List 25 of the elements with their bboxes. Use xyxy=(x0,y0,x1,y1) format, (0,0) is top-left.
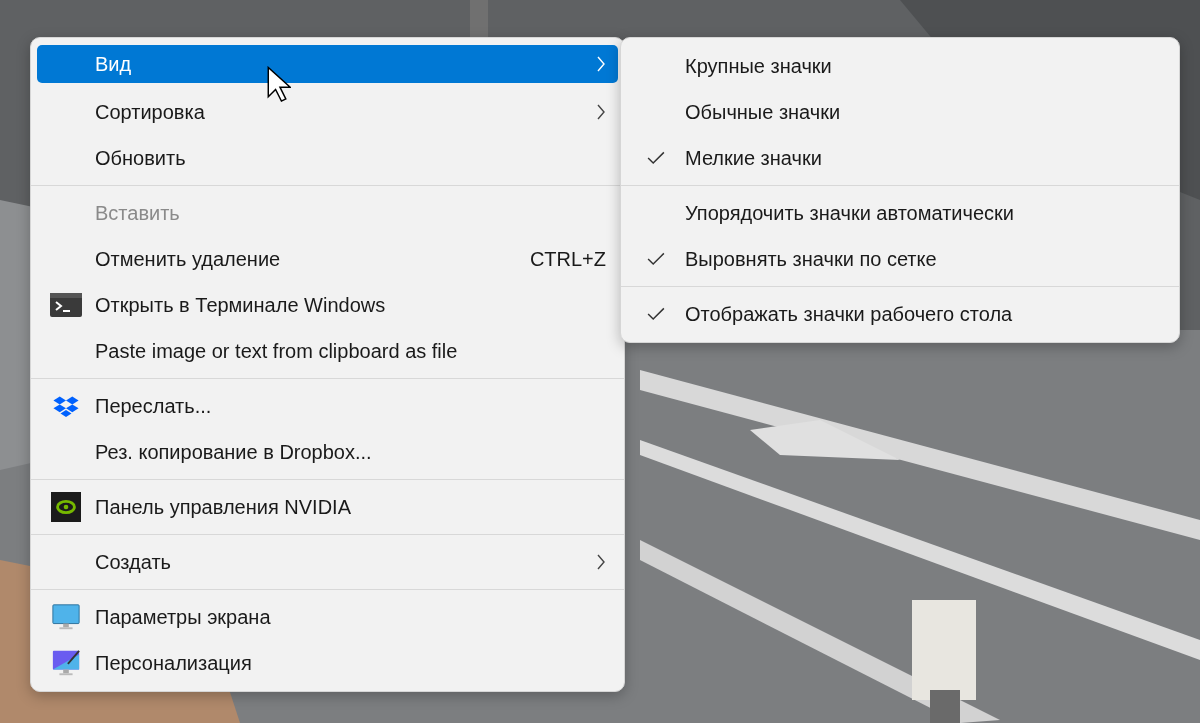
menu-item[interactable]: Сортировка xyxy=(37,89,618,135)
terminal-icon xyxy=(50,293,82,317)
shortcut-text: CTRL+Z xyxy=(529,247,606,271)
menu-item[interactable]: Рез. копирование в Dropbox... xyxy=(37,429,618,475)
dropbox-icon xyxy=(53,395,79,417)
menu-item[interactable]: Параметры экрана xyxy=(37,594,618,640)
menu-item[interactable]: Персонализация xyxy=(37,640,618,686)
menu-item[interactable]: Крупные значки xyxy=(627,43,1173,89)
monitor-icon xyxy=(51,602,81,632)
menu-item[interactable]: Обычные значки xyxy=(627,89,1173,135)
monitor-brush-icon xyxy=(51,648,81,678)
menu-item[interactable]: Упорядочить значки автоматически xyxy=(627,190,1173,236)
nvidia-icon xyxy=(51,492,81,522)
menu-item[interactable]: Отменить удаление CTRL+Z xyxy=(37,236,618,282)
menu-item[interactable]: Отображать значки рабочего стола xyxy=(627,291,1173,337)
menu-item[interactable]: Paste image or text from clipboard as file xyxy=(37,328,618,374)
menu-item[interactable]: Обновить xyxy=(37,135,618,181)
menu-item[interactable]: Открыть в Терминале Windows xyxy=(37,282,618,328)
menu-item[interactable]: Создать xyxy=(37,539,618,585)
menu-item[interactable]: Переслать... xyxy=(37,383,618,429)
menu-item[interactable]: Мелкие значки xyxy=(627,135,1173,181)
mouse-pointer-icon xyxy=(266,66,291,104)
menu-item[interactable]: Вид xyxy=(37,45,618,83)
menu-item[interactable]: Панель управления NVIDIA xyxy=(37,484,618,530)
menu-item[interactable]: Выровнять значки по сетке xyxy=(627,236,1173,282)
